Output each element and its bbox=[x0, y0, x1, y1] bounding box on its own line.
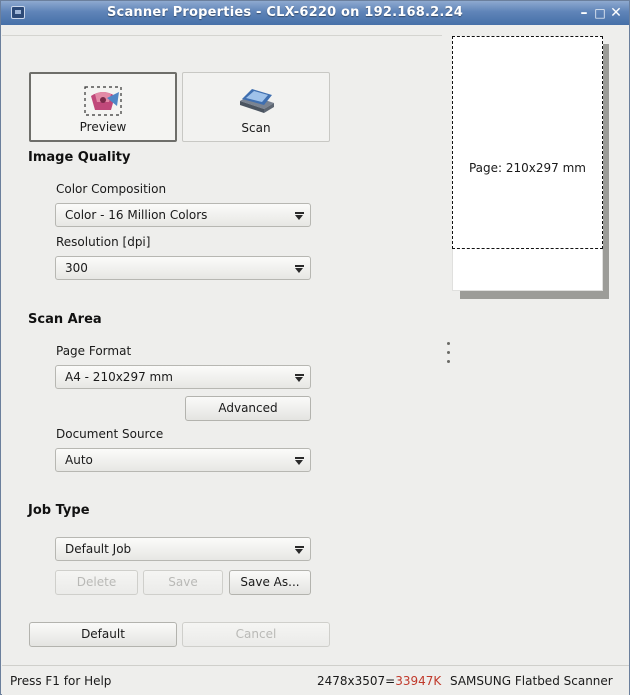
close-icon[interactable]: ✕ bbox=[607, 4, 625, 22]
resolution-value: 300 bbox=[65, 261, 88, 275]
image-quality-heading: Image Quality bbox=[28, 150, 131, 165]
preview-icon bbox=[84, 86, 122, 116]
page-format-label: Page Format bbox=[56, 344, 132, 358]
save-as-button[interactable]: Save As... bbox=[229, 570, 311, 595]
page-size-label: Page: 210x297 mm bbox=[468, 161, 586, 175]
document-source-value: Auto bbox=[65, 453, 93, 467]
dimensions-text: 2478x3507= bbox=[317, 674, 396, 688]
save-button[interactable]: Save bbox=[143, 570, 223, 595]
scan-area-heading: Scan Area bbox=[28, 312, 102, 327]
preview-area: Page: 210x297 mm bbox=[452, 36, 610, 299]
resolution-select[interactable]: 300 bbox=[55, 256, 311, 280]
job-type-heading: Job Type bbox=[28, 503, 90, 518]
help-hint: Press F1 for Help bbox=[10, 674, 112, 688]
chevron-down-icon bbox=[295, 212, 304, 220]
chevron-down-icon bbox=[295, 457, 304, 465]
image-dimensions: 2478x3507=33947K bbox=[317, 674, 441, 688]
device-name: SAMSUNG Flatbed Scanner bbox=[450, 674, 613, 688]
document-source-label: Document Source bbox=[56, 427, 164, 441]
chevron-down-icon bbox=[295, 374, 304, 382]
file-size: 33947K bbox=[395, 674, 442, 688]
color-composition-value: Color - 16 Million Colors bbox=[65, 208, 208, 222]
job-type-select[interactable]: Default Job bbox=[55, 537, 311, 561]
preview-label: Preview bbox=[79, 120, 127, 134]
page-format-value: A4 - 210x297 mm bbox=[65, 370, 173, 384]
scanner-properties-window: Scanner Properties - CLX-6220 on 192.168… bbox=[0, 0, 630, 695]
page-outline[interactable]: Page: 210x297 mm bbox=[452, 36, 603, 249]
preview-button[interactable]: Preview bbox=[29, 72, 177, 142]
splitter-handle[interactable] bbox=[447, 342, 451, 366]
color-composition-select[interactable]: Color - 16 Million Colors bbox=[55, 203, 311, 227]
default-button[interactable]: Default bbox=[29, 622, 177, 647]
title-bar[interactable]: Scanner Properties - CLX-6220 on 192.168… bbox=[1, 1, 629, 25]
status-bar: Press F1 for Help 2478x3507=33947K SAMSU… bbox=[2, 665, 629, 695]
job-type-value: Default Job bbox=[65, 542, 132, 556]
page-shadow bbox=[603, 44, 609, 299]
settings-panel: Preview Scan Image Quality Color Composi… bbox=[2, 25, 442, 665]
window-title: Scanner Properties - CLX-6220 on 192.168… bbox=[106, 5, 463, 20]
resolution-label: Resolution [dpi] bbox=[56, 235, 151, 249]
page-format-select[interactable]: A4 - 210x297 mm bbox=[55, 365, 311, 389]
scan-button[interactable]: Scan bbox=[182, 72, 330, 142]
divider bbox=[2, 35, 442, 36]
cancel-button[interactable]: Cancel bbox=[182, 622, 330, 647]
delete-button[interactable]: Delete bbox=[55, 570, 138, 595]
page-shadow bbox=[460, 291, 609, 299]
document-source-select[interactable]: Auto bbox=[55, 448, 311, 472]
scanner-icon bbox=[240, 89, 274, 113]
advanced-button[interactable]: Advanced bbox=[185, 396, 311, 421]
chevron-down-icon bbox=[295, 265, 304, 273]
scan-label: Scan bbox=[241, 121, 271, 135]
color-composition-label: Color Composition bbox=[56, 182, 167, 196]
chevron-down-icon bbox=[295, 546, 304, 554]
